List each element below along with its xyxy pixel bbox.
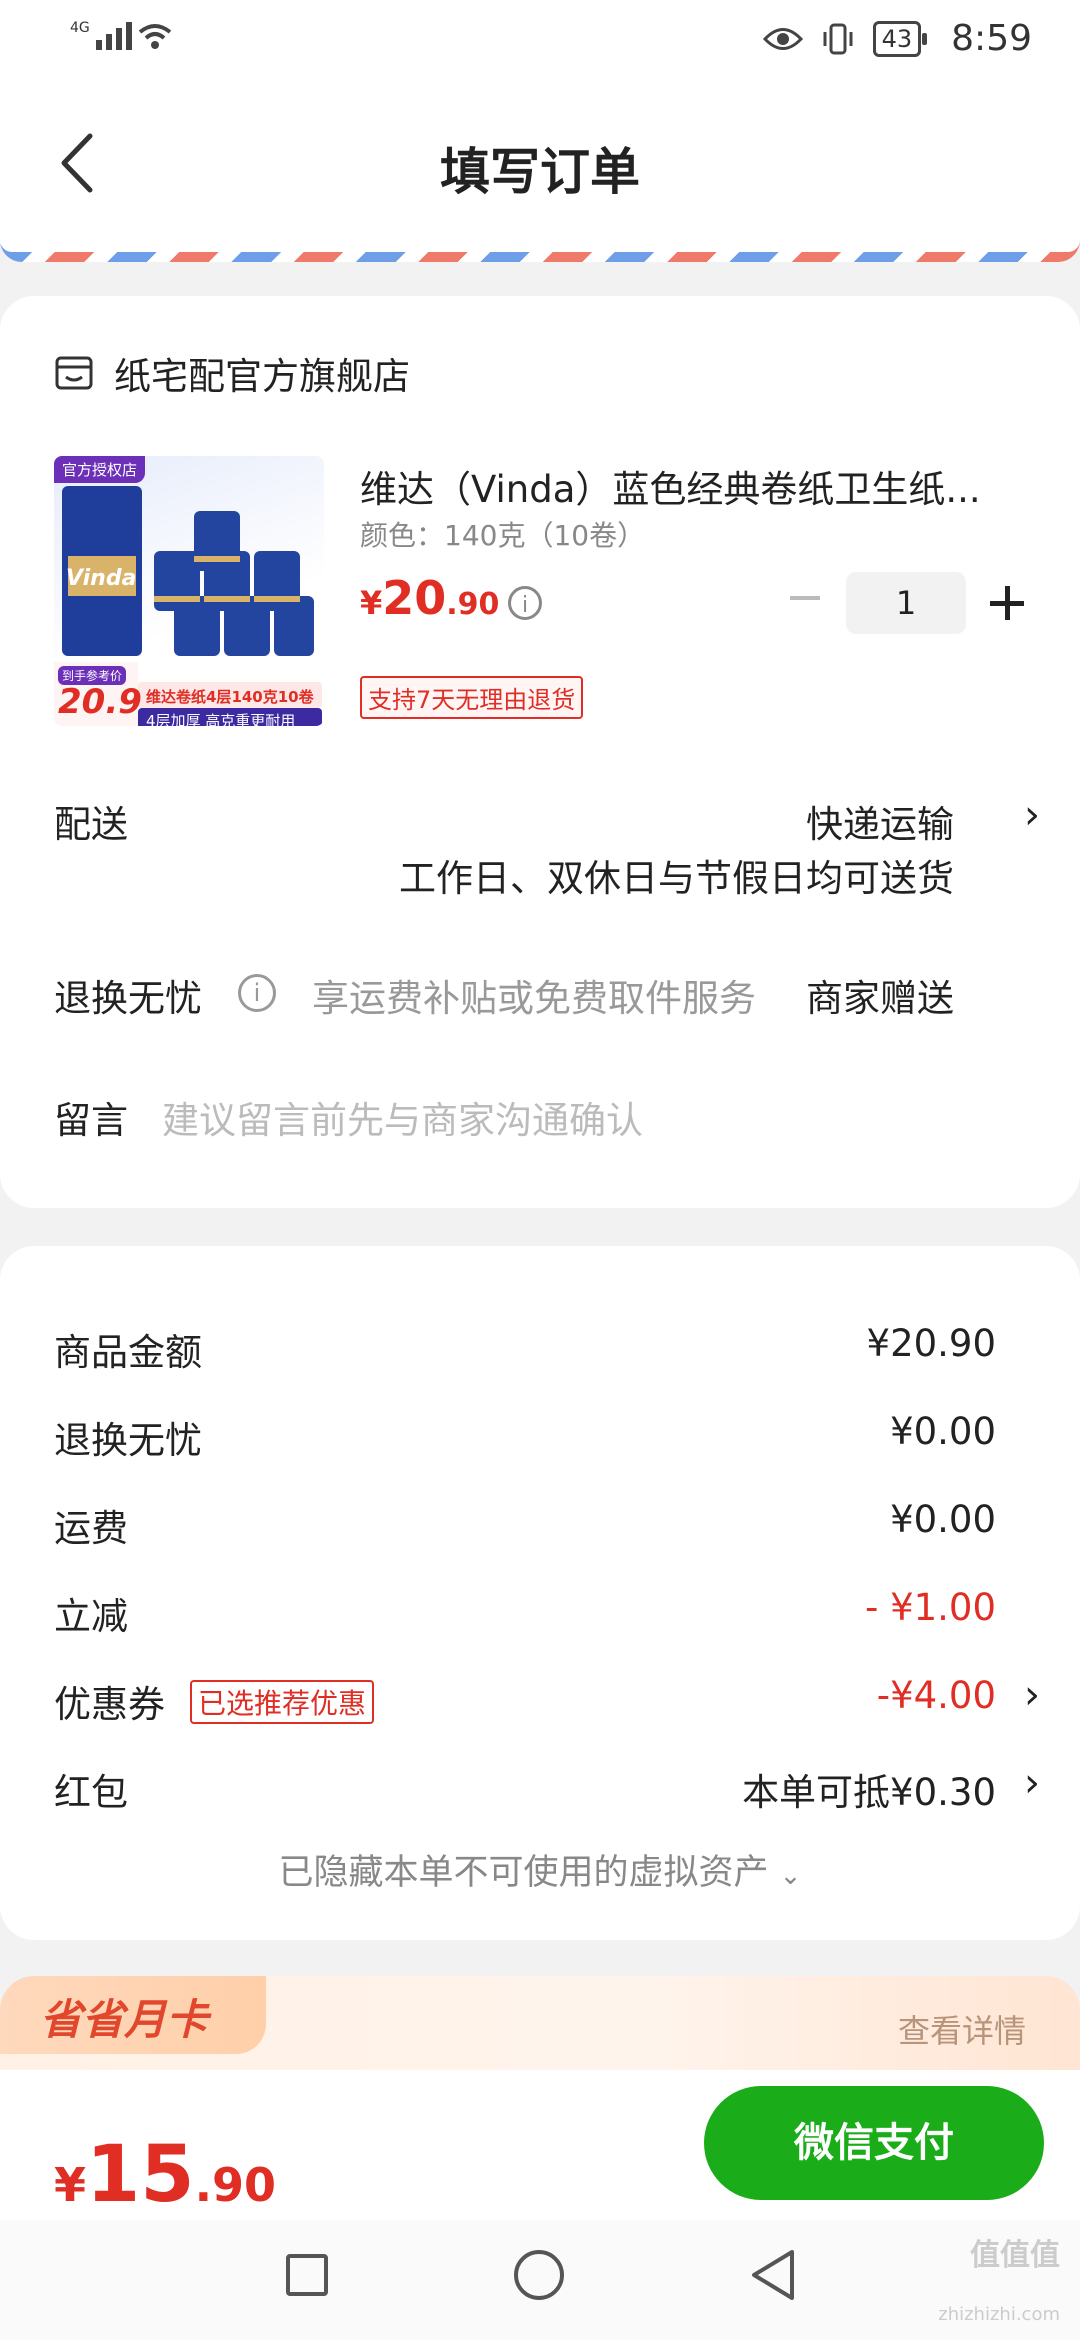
coupon-value[interactable]: -¥4.00 <box>877 1674 996 1717</box>
return-fee-value: ¥0.00 <box>890 1410 996 1453</box>
product-price: ¥20.90 <box>360 571 500 625</box>
product-image[interactable]: 官方授权店 Vinda 到手参考价 20.9 维达卷纸4层140克10卷 4层加… <box>54 456 324 726</box>
chevron-down-icon: ⌄ <box>779 1861 802 1891</box>
return-value: 商家赠送 <box>806 977 954 1020</box>
ref-price-value: 20.9 <box>58 682 142 722</box>
page-header: 填写订单 <box>0 90 1080 240</box>
promo-line-1: 维达卷纸4层140克10卷 <box>146 688 314 706</box>
return-label: 退换无忧 <box>54 977 202 1020</box>
system-nav-bar: 值值值 zhizhizhi.com <box>0 2220 1080 2340</box>
wechat-pay-button[interactable]: 微信支付 <box>704 2086 1044 2200</box>
recent-apps-icon[interactable] <box>286 2254 328 2296</box>
quantity-decrease-button[interactable] <box>790 596 820 600</box>
delivery-note: 工作日、双休日与节假日均可送货 <box>399 857 954 900</box>
month-card-title: 省省月卡 <box>40 1995 209 2044</box>
month-card-banner[interactable]: 省省月卡 查看详情 <box>0 1976 1080 2080</box>
goods-amount-label: 商品金额 <box>54 1331 202 1374</box>
brand-logo-text: Vinda <box>66 566 137 591</box>
battery-icon: 43 <box>872 20 927 57</box>
month-card-details-link[interactable]: 查看详情 <box>898 2006 1026 2052</box>
price-summary-card: 商品金额 ¥20.90 退换无忧 ¥0.00 运费 ¥0.00 立减 - ¥1.… <box>0 1246 1080 1940</box>
discount-label: 立减 <box>54 1595 128 1638</box>
signal-indicator: 4G <box>70 20 172 50</box>
delivery-chevron-icon[interactable]: › <box>1024 792 1040 838</box>
redpacket-chevron-icon[interactable]: › <box>1024 1760 1040 1806</box>
order-card: 纸宅配官方旗舰店 官方授权店 Vinda 到手参考价 20.9 维达卷纸4层14… <box>0 296 1080 1208</box>
status-bar: 4G 43 8:59 <box>0 0 1080 90</box>
coupon-tag: 已选推荐优惠 <box>190 1680 375 1724</box>
message-label: 留言 <box>54 1099 128 1142</box>
clock: 8:59 <box>951 18 1032 59</box>
discount-value: - ¥1.00 <box>864 1586 996 1629</box>
quantity-input[interactable]: 1 <box>846 572 966 634</box>
store-icon <box>55 356 93 390</box>
store-name: 纸宅配官方旗舰店 <box>114 355 410 398</box>
store-row[interactable]: 纸宅配官方旗舰店 <box>54 346 410 400</box>
delivery-label: 配送 <box>54 803 128 846</box>
redpacket-value[interactable]: 本单可抵¥0.30 <box>742 1762 996 1816</box>
signal-bars-icon <box>95 22 132 50</box>
watermark-url: zhizhizhi.com <box>938 2304 1060 2325</box>
nav-back-icon[interactable] <box>748 2248 798 2302</box>
message-input[interactable]: 建议留言前先与商家沟通确认 <box>162 1090 643 1144</box>
coupon-chevron-icon[interactable]: › <box>1024 1672 1040 1718</box>
return-policy-tag: 支持7天无理由退货 <box>360 676 584 719</box>
shipping-fee-value: ¥0.00 <box>890 1498 996 1541</box>
return-description: 享运费补贴或免费取件服务 <box>312 977 756 1020</box>
price-info-icon[interactable]: i <box>508 586 542 620</box>
quantity-increase-button[interactable] <box>990 586 1024 620</box>
watermark-logo: 值值值 <box>970 2238 1060 2273</box>
hidden-assets-toggle[interactable]: 已隐藏本单不可使用的虚拟资产 ⌄ <box>0 1844 1080 1895</box>
wifi-icon <box>138 24 172 49</box>
vibrate-icon <box>823 23 853 54</box>
return-info-icon[interactable]: i <box>238 974 276 1012</box>
network-type: 4G <box>70 20 90 36</box>
product-name[interactable]: 维达（Vinda）蓝色经典卷纸卫生纸... <box>360 459 1020 513</box>
coupon-label: 优惠券 <box>54 1683 165 1726</box>
total-price: ¥15.90 <box>54 2130 277 2220</box>
goods-amount-value: ¥20.90 <box>866 1322 996 1365</box>
page-title: 填写订单 <box>440 143 640 201</box>
eye-icon <box>762 27 803 50</box>
return-fee-label: 退换无忧 <box>54 1419 202 1462</box>
shipping-fee-label: 运费 <box>54 1507 128 1550</box>
product-spec[interactable]: 颜色：140克（10卷） <box>360 514 645 554</box>
redpacket-label: 红包 <box>54 1771 128 1814</box>
promo-line-2: 4层加厚 高克重更耐用 <box>146 712 296 726</box>
delivery-method[interactable]: 快递运输 <box>806 794 954 848</box>
home-icon[interactable] <box>514 2250 564 2300</box>
